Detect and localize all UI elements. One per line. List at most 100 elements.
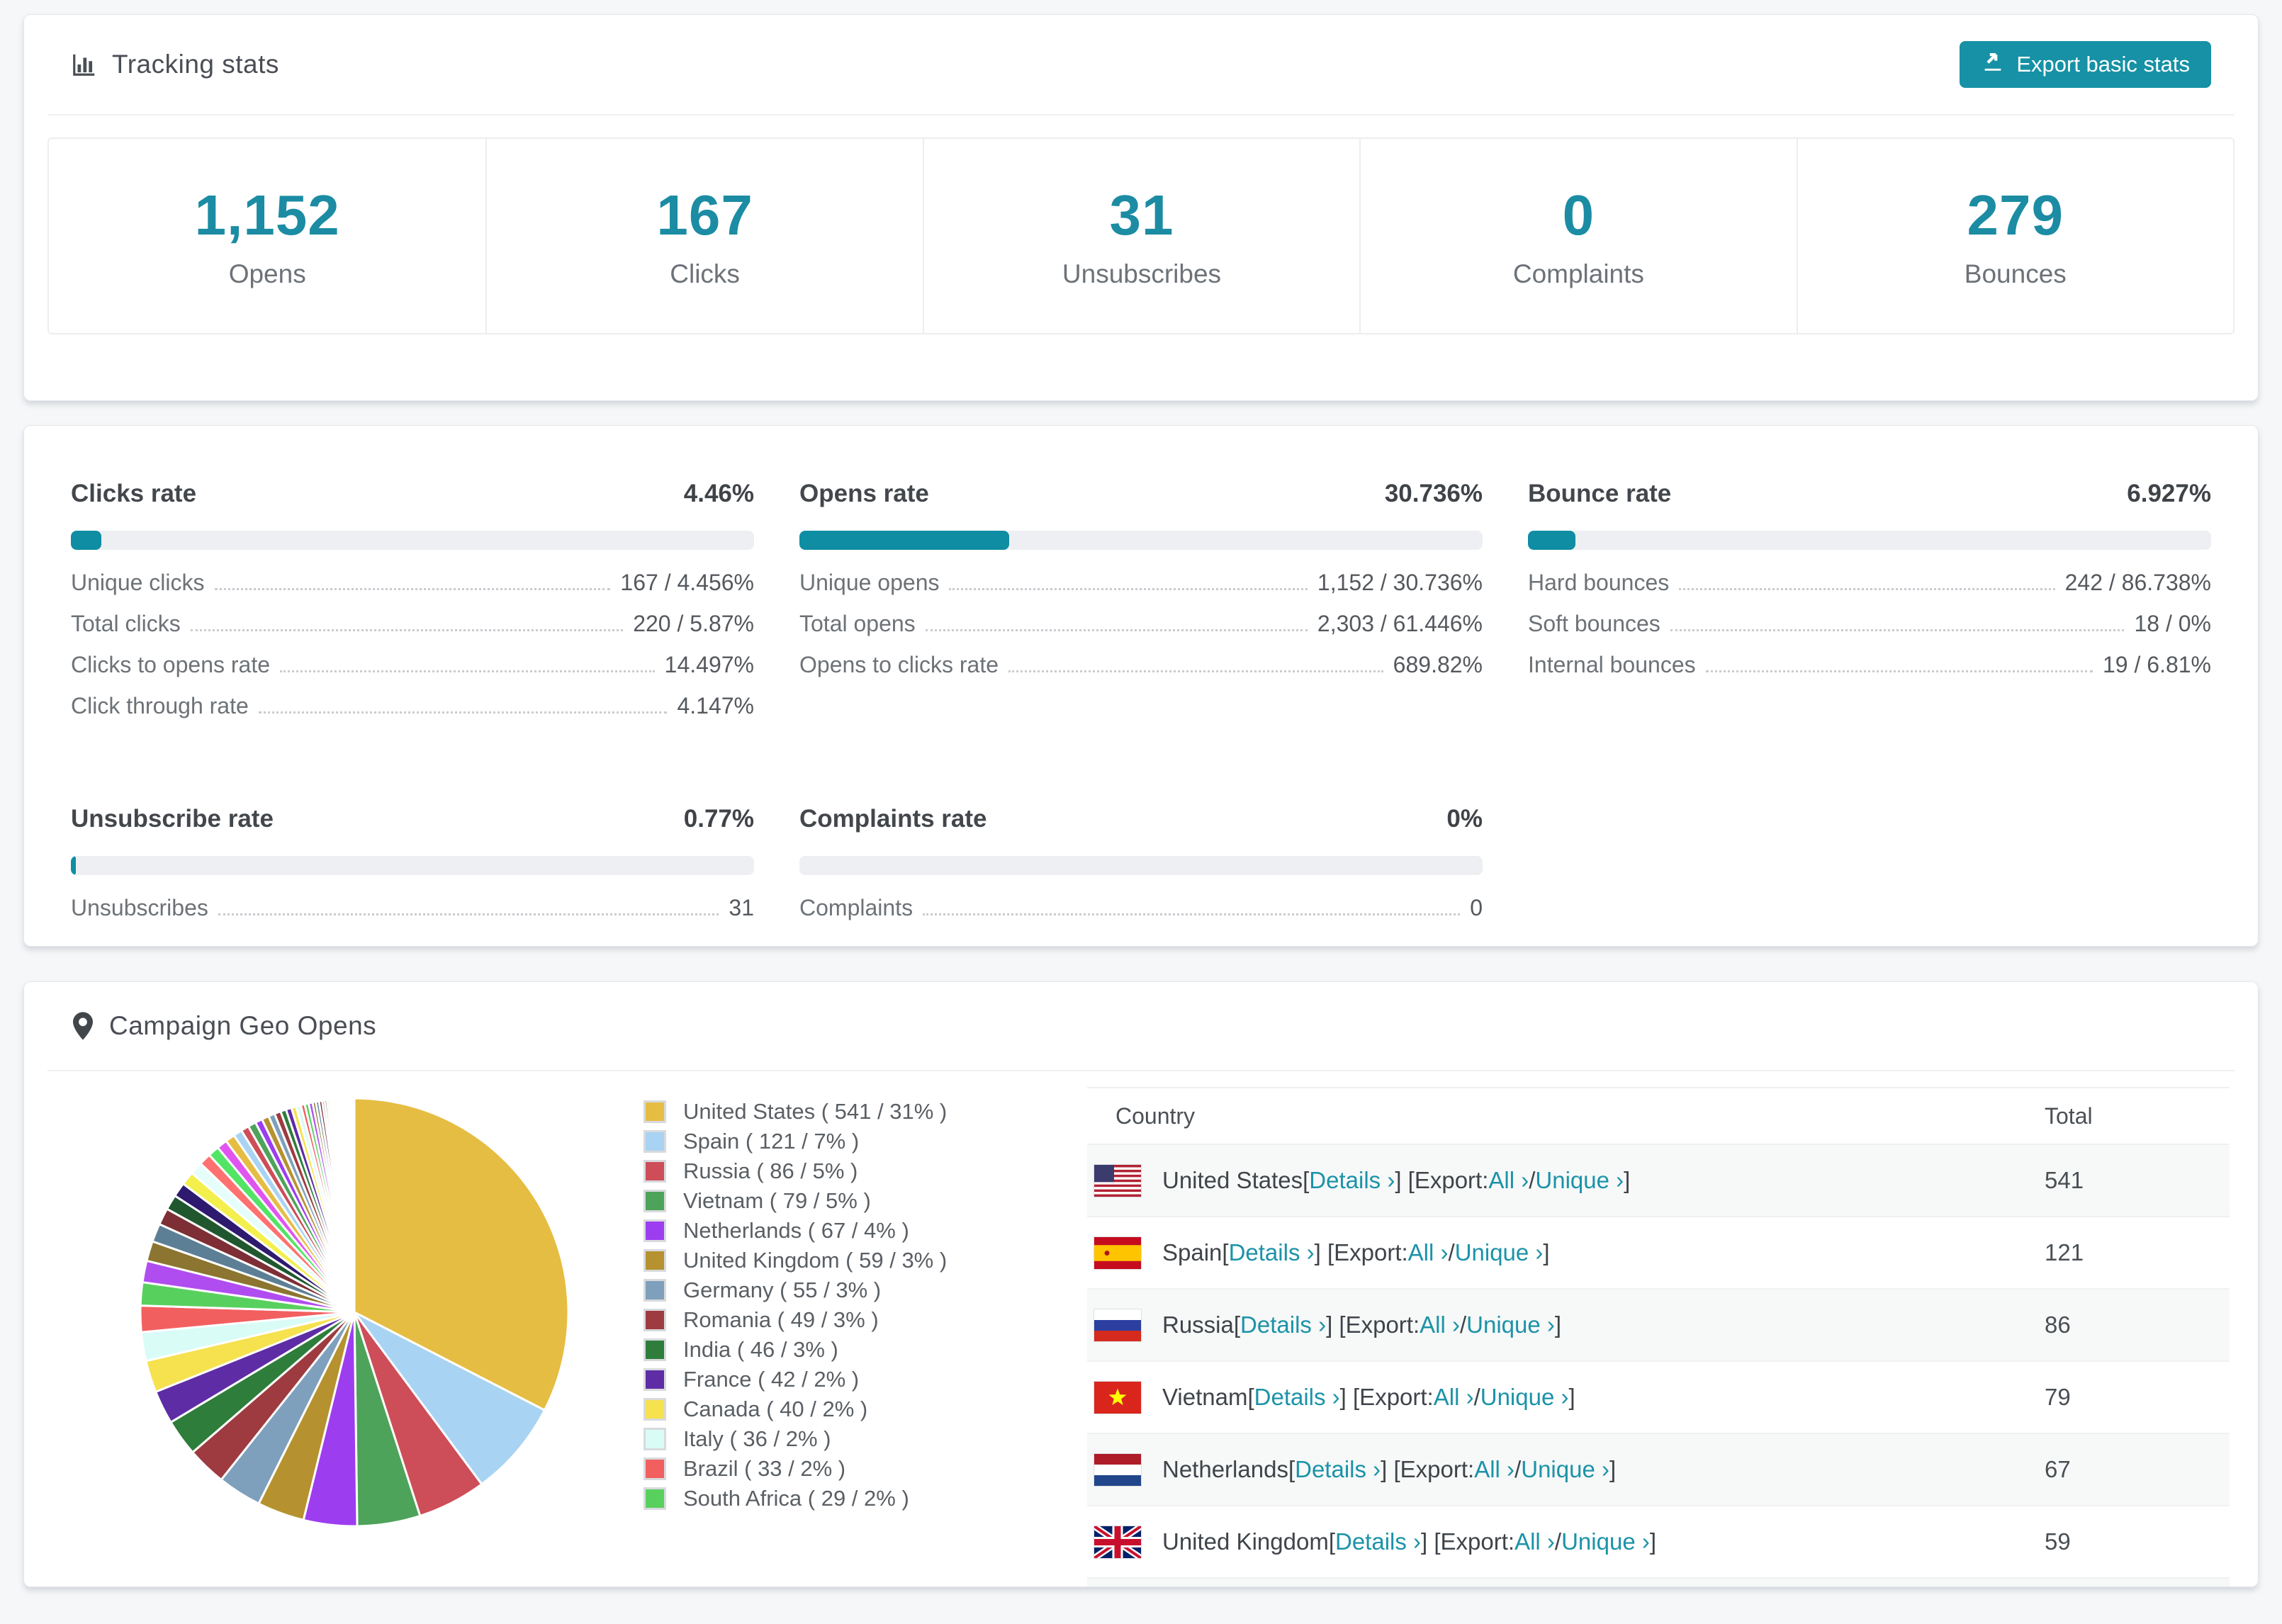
legend-label: South Africa ( 29 / 2% ) [683,1486,909,1511]
rate-detail-label: Complaints [799,895,914,920]
export-all-link[interactable]: All › [1420,1312,1460,1338]
rate-header: Bounce rate 6.927% [1528,480,2211,508]
rates-grid: Clicks rate 4.46% Unique clicks 167 / 4.456… [24,426,2258,936]
details-link[interactable]: Details › [1295,1456,1381,1483]
geo-pie-chart [135,1093,574,1532]
tracking-stats-header: Tracking stats Export basic stats [47,15,2235,115]
legend-label: United States ( 541 / 31% ) [683,1099,948,1124]
rate-detail-row: Total opens 2,303 / 61.446% [799,611,1483,652]
export-all-link[interactable]: All › [1488,1167,1529,1194]
rate-detail-value: 31 [729,895,754,920]
geo-country-cell: Vietnam [Details ›] [Export: All › / Uni… [1087,1361,2045,1434]
bracket: ] [1609,1456,1617,1482]
details-link[interactable]: Details › [1309,1167,1395,1194]
export-prefix: ] [Export: [1339,1384,1434,1410]
country-name: Russia [1162,1312,1234,1338]
legend-label: Brazil ( 33 / 2% ) [683,1456,846,1481]
rate-detail-label: Soft bounces [1528,611,1660,636]
geo-country-cell: United Kingdom [Details ›] [Export: All … [1087,1506,2045,1579]
export-unique-link[interactable]: Unique › [1480,1384,1569,1411]
legend-item: France ( 42 / 2% ) [643,1365,1040,1394]
export-unique-link[interactable]: Unique › [1455,1239,1544,1266]
export-basic-stats-button[interactable]: Export basic stats [1960,41,2211,88]
geo-total-cell: 121 [2045,1217,2230,1290]
country-name: Vietnam [1162,1384,1248,1410]
bar-chart-icon [71,51,98,78]
rate-detail-label: Opens to clicks rate [799,652,999,677]
country-name: United Kingdom [1162,1528,1329,1555]
geo-body: United States ( 541 / 31% ) Spain ( 121 /… [24,1071,2258,1586]
export-all-link[interactable]: All › [1514,1528,1555,1555]
rate-detail-value: 4.147% [677,693,754,718]
rate-progress-bar [1528,531,2211,550]
legend-item: Romania ( 49 / 3% ) [643,1305,1040,1335]
rate-section: Unsubscribe rate 0.77% Unsubscribes 31 [71,805,754,936]
legend-swatch [643,1279,666,1302]
dotted-leader [923,913,1461,915]
summary-stat-box: 279 Bounces [1796,139,2233,333]
geo-total-cell: 541 [2045,1144,2230,1217]
legend-label: India ( 46 / 3% ) [683,1337,838,1362]
rate-detail-value: 1,152 / 30.736% [1317,570,1483,595]
legend-label: France ( 42 / 2% ) [683,1367,860,1392]
rate-detail-value: 0 [1470,895,1483,920]
rate-detail-value: 18 / 0% [2134,611,2211,636]
rate-section: Opens rate 30.736% Unique opens 1,152 / 30.… [799,480,1483,734]
export-all-link[interactable]: All › [1474,1456,1514,1483]
details-link[interactable]: Details › [1240,1312,1326,1338]
rate-header: Complaints rate 0% [799,805,1483,833]
geo-country-cell: Spain [Details ›] [Export: All › / Uniqu… [1087,1217,2045,1290]
summary-stats-grid: 1,152 Opens 167 Clicks 31 Unsubscribes 0 Compla… [47,137,2235,334]
geo-country-cell: United States [Details ›] [Export: All ›… [1087,1144,2045,1217]
details-link[interactable]: Details › [1229,1239,1315,1266]
geo-table-row: Germany [Details ›] [Export: All › / Uni… [1087,1578,2230,1586]
geo-country-cell: Germany [Details ›] [Export: All › / Uni… [1087,1578,2045,1586]
flag-vn-icon [1094,1380,1142,1414]
legend-swatch [643,1100,666,1123]
legend-label: United Kingdom ( 59 / 3% ) [683,1248,948,1273]
flag-nl-icon [1094,1453,1142,1487]
export-unique-link[interactable]: Unique › [1561,1528,1650,1555]
rate-header: Clicks rate 4.46% [71,480,754,508]
legend-item: Italy ( 36 / 2% ) [643,1424,1040,1454]
rate-value: 6.927% [2127,480,2211,507]
slash: / [1529,1167,1536,1193]
legend-item: Canada ( 40 / 2% ) [643,1394,1040,1424]
export-unique-link[interactable]: Unique › [1535,1167,1624,1194]
rate-title: Opens rate [799,480,929,507]
rate-detail-row: Unsubscribes 31 [71,895,754,936]
country-cell: Russia [Details ›] [Export: All › / Uniq… [1094,1308,2044,1342]
legend-label: Vietnam ( 79 / 5% ) [683,1188,871,1213]
rate-progress-fill [1528,531,1575,550]
export-unique-link[interactable]: Unique › [1466,1312,1555,1338]
export-all-link[interactable]: All › [1434,1384,1474,1411]
summary-stat-value: 0 [1562,184,1595,247]
tracking-stats-card: Tracking stats Export basic stats 1,152 O… [23,14,2259,401]
rate-header: Unsubscribe rate 0.77% [71,805,754,833]
geo-header: Campaign Geo Opens [47,982,2235,1071]
geo-table-row: Netherlands [Details ›] [Export: All › /… [1087,1433,2230,1506]
rate-section: Complaints rate 0% Complaints 0 [799,805,1483,936]
legend-swatch [643,1398,666,1421]
details-link[interactable]: Details › [1254,1384,1340,1411]
rate-progress-bar [71,856,754,875]
legend-swatch [643,1249,666,1272]
tracking-stats-body: 1,152 Opens 167 Clicks 31 Unsubscribes 0 Compla… [24,115,2258,356]
geo-total-cell: 67 [2045,1433,2230,1506]
geo-table-row: Spain [Details ›] [Export: All › / Uniqu… [1087,1217,2230,1290]
rate-progress-fill [799,531,1010,550]
export-all-link[interactable]: All › [1408,1239,1449,1266]
bracket: ] [1568,1384,1575,1410]
country-name: Netherlands [1162,1456,1288,1482]
rate-detail-row: Opens to clicks rate 689.82% [799,652,1483,693]
bracket: [ [1247,1384,1254,1410]
geo-col-country: Country [1087,1087,2045,1145]
card-title-geo-opens: Campaign Geo Opens [109,1011,377,1040]
export-unique-link[interactable]: Unique › [1521,1456,1609,1483]
country-cell: United Kingdom [Details ›] [Export: All … [1094,1525,2044,1559]
flag-ru-icon [1094,1308,1142,1342]
geo-total-cell: 55 [2045,1578,2230,1586]
details-link[interactable]: Details › [1335,1528,1421,1555]
rate-progress-fill [71,531,101,550]
geo-table-row: Vietnam [Details ›] [Export: All › / Uni… [1087,1361,2230,1434]
